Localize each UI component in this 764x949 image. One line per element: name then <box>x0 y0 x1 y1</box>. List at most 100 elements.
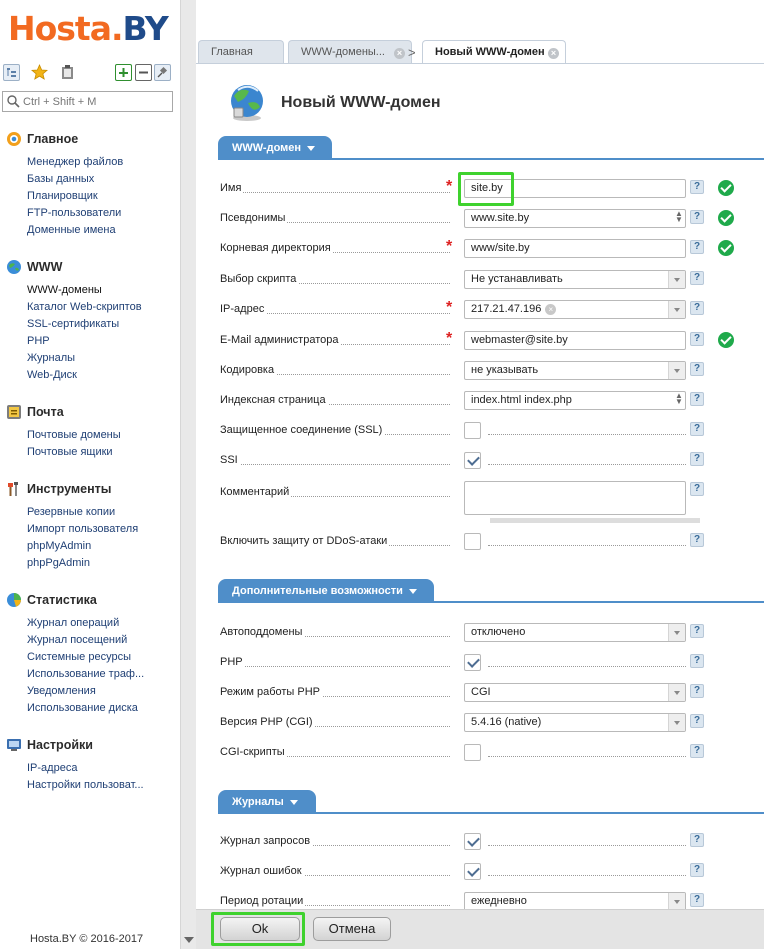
sidebar-section-header[interactable]: Главное <box>0 130 180 148</box>
root-dir-input[interactable]: www/site.by <box>464 239 686 258</box>
sidebar-item-user-import[interactable]: Импорт пользователя <box>0 521 180 538</box>
help-icon[interactable]: ? <box>690 240 704 254</box>
help-icon[interactable]: ? <box>690 422 704 436</box>
help-icon[interactable]: ? <box>690 714 704 728</box>
ddos-checkbox[interactable] <box>464 533 481 550</box>
sidebar-item-phppgadmin[interactable]: phpPgAdmin <box>0 555 180 572</box>
index-page-input[interactable]: index.html index.php <box>464 391 686 410</box>
help-icon[interactable]: ? <box>690 744 704 758</box>
cancel-button[interactable]: Отмена <box>313 917 391 941</box>
sidebar-item-notifications[interactable]: Уведомления <box>0 683 180 700</box>
help-icon[interactable]: ? <box>690 863 704 877</box>
help-icon[interactable]: ? <box>690 362 704 376</box>
sidebar-item-visits-log[interactable]: Журнал посещений <box>0 632 180 649</box>
sidebar-item-web-scripts[interactable]: Каталог Web-скриптов <box>0 299 180 316</box>
tab-home[interactable]: Главная <box>198 40 284 64</box>
settings-icon <box>7 739 21 751</box>
sidebar: Hosta.BY Главное Менеджер файлов <box>0 0 180 949</box>
list-stepper-icon[interactable]: ▲ ▼ <box>675 392 683 406</box>
cgi-checkbox[interactable] <box>464 744 481 761</box>
sidebar-item-traffic-usage[interactable]: Использование траф... <box>0 666 180 683</box>
clipboard-icon[interactable] <box>59 64 76 81</box>
sidebar-item-phpmyadmin[interactable]: phpMyAdmin <box>0 538 180 555</box>
access-log-checkbox[interactable] <box>464 833 481 850</box>
sidebar-item-www-domains[interactable]: WWW-домены <box>0 282 180 299</box>
sidebar-item-backups[interactable]: Резервные копии <box>0 504 180 521</box>
sidebar-item-operations-log[interactable]: Журнал операций <box>0 615 180 632</box>
expand-all-icon[interactable] <box>115 64 132 81</box>
ip-select[interactable]: 217.21.47.196 × <box>464 300 686 319</box>
logo[interactable]: Hosta.BY <box>8 9 169 48</box>
globe-icon <box>7 260 21 274</box>
error-log-checkbox[interactable] <box>464 863 481 880</box>
sidebar-item-domain-names[interactable]: Доменные имена <box>0 222 180 239</box>
comment-textarea[interactable] <box>464 481 686 515</box>
group-www-domain[interactable]: WWW-домен <box>218 136 764 160</box>
group-extra-options[interactable]: Дополнительные возможности <box>218 579 764 603</box>
tab-separator-icon: > <box>408 45 416 60</box>
sidebar-section-statistics: Статистика Журнал операций Журнал посеще… <box>0 591 180 717</box>
scroll-down-icon[interactable] <box>184 937 194 943</box>
sidebar-section-header[interactable]: Настройки <box>0 736 180 754</box>
tab-new-www-domain[interactable]: Новый WWW-домен × <box>422 40 566 65</box>
sidebar-section-header[interactable]: WWW <box>0 258 180 276</box>
sidebar-item-ftp-users[interactable]: FTP-пользователи <box>0 205 180 222</box>
sidebar-section-header[interactable]: Статистика <box>0 591 180 609</box>
sidebar-item-scheduler[interactable]: Планировщик <box>0 188 180 205</box>
close-icon[interactable]: × <box>548 48 559 59</box>
textarea-scrollbar[interactable] <box>490 518 700 523</box>
encoding-select[interactable]: не указывать <box>464 361 686 380</box>
collapse-all-icon[interactable] <box>135 64 152 81</box>
help-icon[interactable]: ? <box>690 684 704 698</box>
form-action-bar: Ok Отмена <box>196 909 764 949</box>
sidebar-item-ssl-certificates[interactable]: SSL-сертификаты <box>0 316 180 333</box>
favorites-star-icon[interactable] <box>30 64 49 81</box>
search-input[interactable] <box>23 94 168 109</box>
help-icon[interactable]: ? <box>690 271 704 285</box>
help-icon[interactable]: ? <box>690 654 704 668</box>
sidebar-section-header[interactable]: Инструменты <box>0 480 180 498</box>
help-icon[interactable]: ? <box>690 833 704 847</box>
sidebar-item-mailboxes[interactable]: Почтовые ящики <box>0 444 180 461</box>
php-version-select[interactable]: 5.4.16 (native) <box>464 713 686 732</box>
close-icon[interactable]: × <box>394 48 405 59</box>
ssi-checkbox[interactable] <box>464 452 481 469</box>
php-mode-select[interactable]: CGI <box>464 683 686 702</box>
list-stepper-icon[interactable]: ▲ ▼ <box>675 210 683 224</box>
sidebar-item-file-manager[interactable]: Менеджер файлов <box>0 154 180 171</box>
row-php: PHP ? <box>220 652 740 674</box>
email-input[interactable]: webmaster@site.by <box>464 331 686 350</box>
php-checkbox[interactable] <box>464 654 481 671</box>
remove-chip-icon[interactable]: × <box>545 303 557 315</box>
sidebar-item-ip-addresses[interactable]: IP-адреса <box>0 760 180 777</box>
help-icon[interactable]: ? <box>690 533 704 547</box>
sidebar-item-logs[interactable]: Журналы <box>0 350 180 367</box>
group-logs[interactable]: Журналы <box>218 790 764 814</box>
tree-view-icon[interactable] <box>3 64 20 81</box>
help-icon[interactable]: ? <box>690 301 704 315</box>
sidebar-item-system-resources[interactable]: Системные ресурсы <box>0 649 180 666</box>
sidebar-item-databases[interactable]: Базы данных <box>0 171 180 188</box>
sidebar-scrollbar[interactable] <box>180 0 196 949</box>
rotation-select[interactable]: ежедневно <box>464 892 686 909</box>
help-icon[interactable]: ? <box>690 392 704 406</box>
sidebar-item-disk-usage[interactable]: Использование диска <box>0 700 180 717</box>
help-icon[interactable]: ? <box>690 210 704 224</box>
sidebar-item-web-disk[interactable]: Web-Диск <box>0 367 180 384</box>
help-icon[interactable]: ? <box>690 893 704 907</box>
tab-www-domains[interactable]: WWW-домены... × <box>288 40 412 64</box>
help-icon[interactable]: ? <box>690 332 704 346</box>
script-select[interactable]: Не устанавливать <box>464 270 686 289</box>
sidebar-item-mail-domains[interactable]: Почтовые домены <box>0 427 180 444</box>
sidebar-section-header[interactable]: Почта <box>0 403 180 421</box>
autosubdomains-select[interactable]: отключено <box>464 623 686 642</box>
aliases-input[interactable]: www.site.by <box>464 209 686 228</box>
pin-icon[interactable] <box>154 64 171 81</box>
sidebar-item-php[interactable]: PHP <box>0 333 180 350</box>
help-icon[interactable]: ? <box>690 624 704 638</box>
help-icon[interactable]: ? <box>690 482 704 496</box>
ssl-checkbox[interactable] <box>464 422 481 439</box>
sidebar-item-user-settings[interactable]: Настройки пользоват... <box>0 777 180 794</box>
help-icon[interactable]: ? <box>690 452 704 466</box>
help-icon[interactable]: ? <box>690 180 704 194</box>
